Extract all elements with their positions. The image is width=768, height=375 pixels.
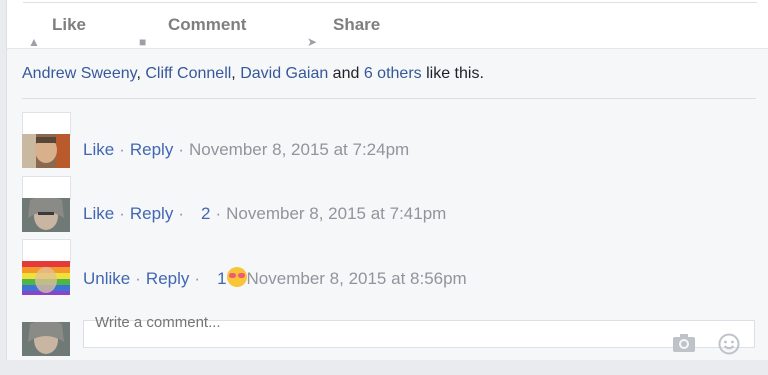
liker-name-link[interactable]: Andrew Sweeny [22, 65, 136, 82]
post-action-bar [6, 0, 768, 48]
page-background-strip [0, 360, 768, 375]
comment-timestamp[interactable]: November 8, 2015 at 7:24pm [189, 140, 409, 159]
write-comment-box [83, 311, 755, 348]
action-bar-top-divider [23, 2, 757, 3]
comment-text-placeholder [22, 176, 71, 200]
reaction-count[interactable]: 1 [217, 269, 226, 288]
others-likes-link[interactable]: 6 others [364, 65, 422, 82]
comment-text-placeholder [22, 112, 71, 136]
thumbs-up-icon: ▲ [28, 35, 40, 49]
like-action-button[interactable]: Like [52, 15, 86, 35]
comment-reply-link[interactable]: Reply [146, 269, 189, 288]
meta-separator: · [178, 204, 184, 223]
likes-suffix: like this. [421, 65, 484, 82]
comment-meta: Like · Reply · November 8, 2015 at 7:24pm [83, 140, 409, 160]
comment-action-button[interactable]: Comment [168, 15, 246, 35]
thumbs-up-icon [189, 208, 201, 222]
meta-separator: · [215, 204, 222, 223]
likes-divider [22, 98, 756, 99]
write-comment-input[interactable] [93, 311, 657, 333]
comment-timestamp[interactable]: November 8, 2015 at 7:41pm [226, 204, 446, 223]
thumbs-up-icon [205, 273, 217, 287]
comment-icon: ■ [139, 35, 147, 49]
comment-text-placeholder [22, 239, 71, 263]
likes-summary: Andrew Sweeny, Cliff Connell, David Gaia… [22, 65, 484, 83]
share-arrow-icon: ➤ [307, 35, 318, 49]
avatar[interactable] [22, 261, 70, 295]
camera-icon[interactable] [672, 333, 696, 357]
emoji-icon[interactable] [718, 333, 740, 359]
heart-eyes-emoji-icon [226, 267, 247, 287]
avatar [22, 322, 70, 356]
meta-separator: · [135, 269, 141, 288]
comment-meta: Like · Reply · 2 · November 8, 2015 at 7:41pm [83, 204, 446, 224]
likes-separator: , [136, 65, 146, 82]
meta-separator: · [194, 269, 201, 288]
liker-name-link[interactable]: David Gaian [240, 65, 328, 82]
comment-unlike-link[interactable]: Unlike [83, 269, 130, 288]
reaction-count[interactable]: 2 [201, 204, 210, 223]
meta-separator: · [119, 140, 125, 159]
comment-like-link[interactable]: Like [83, 204, 114, 223]
likes-conjunction: and [328, 65, 364, 82]
comment-reply-link[interactable]: Reply [130, 204, 173, 223]
liker-name-link[interactable]: Cliff Connell [145, 65, 231, 82]
comment-timestamp[interactable]: November 8, 2015 at 8:56pm [247, 269, 467, 288]
avatar[interactable] [22, 134, 70, 168]
avatar[interactable] [22, 198, 70, 232]
comment-meta: Unlike · Reply · 1 November 8, 2015 at 8:56p… [83, 267, 467, 289]
likes-separator: , [231, 65, 241, 82]
comment-reply-link[interactable]: Reply [130, 140, 173, 159]
comment-like-link[interactable]: Like [83, 140, 114, 159]
meta-separator: · [119, 204, 125, 223]
share-action-button[interactable]: Share [333, 15, 380, 35]
meta-separator: · [178, 140, 184, 159]
